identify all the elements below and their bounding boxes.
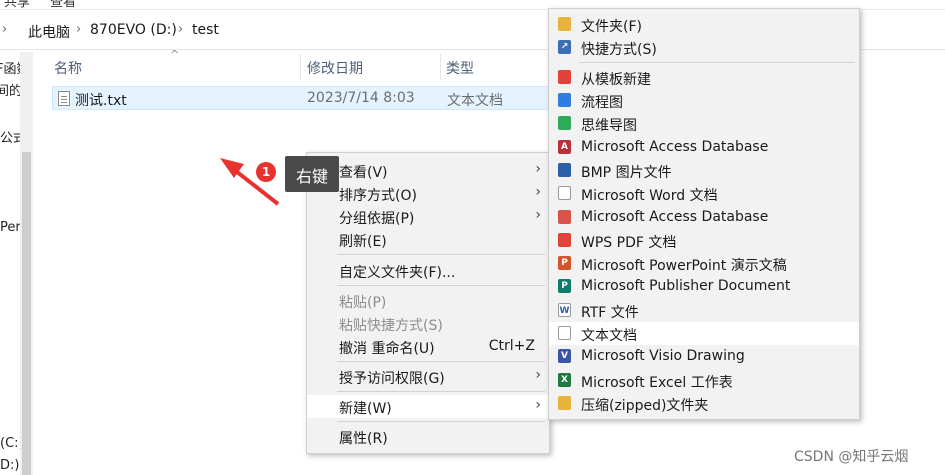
menu-item-group[interactable]: 分组依据(P) › [307, 205, 549, 228]
text-file-icon [558, 326, 571, 340]
new-folder[interactable]: 文件夹(F) [549, 13, 859, 36]
menu-item-sort[interactable]: 排序方式(O) › [307, 182, 549, 205]
zip-folder-icon [558, 396, 571, 410]
menu-item-refresh[interactable]: 刷新(E) [307, 228, 549, 251]
menu-item-customize-folder[interactable]: 自定义文件夹(F)... [307, 259, 549, 282]
right-click-label: 右键 [285, 156, 339, 192]
new-access-db[interactable]: A Microsoft Access Database [549, 136, 859, 159]
chevron-right-icon: › [535, 207, 541, 223]
new-submenu: 文件夹(F) ↗ 快捷方式(S) 从模板新建 流程图 思维导图 A Microsof… [548, 8, 860, 420]
new-wps-pdf[interactable]: WPS PDF 文档 [549, 229, 859, 252]
menu-item-undo-rename[interactable]: 撤消 重命名(U) Ctrl+Z [307, 335, 549, 358]
word-icon [558, 186, 571, 200]
new-visio[interactable]: V Microsoft Visio Drawing [549, 345, 859, 368]
new-zip-folder[interactable]: 压缩(zipped)文件夹 [549, 392, 859, 415]
menu-separator [337, 361, 545, 362]
new-bmp[interactable]: BMP 图片文件 [549, 159, 859, 182]
watermark: CSDN @知乎云烟 [794, 449, 909, 465]
menu-item-paste-shortcut[interactable]: 粘贴快捷方式(S) [307, 312, 549, 335]
menu-separator [337, 285, 545, 286]
new-from-template[interactable]: 从模板新建 [549, 66, 859, 89]
excel-icon: X [558, 373, 571, 387]
access-icon [558, 210, 571, 224]
publisher-icon: P [558, 279, 571, 293]
context-menu: 查看(V) › 排序方式(O) › 分组依据(P) › 刷新(E) 自定义文件夹(F)… [306, 152, 550, 454]
shortcut-text: Ctrl+Z [488, 338, 535, 354]
chevron-right-icon: › [535, 367, 541, 383]
access-icon: A [558, 140, 571, 154]
menu-separator [337, 254, 545, 255]
step-badge-1: 1 [256, 162, 276, 182]
bmp-icon [558, 163, 571, 177]
menu-item-view[interactable]: 查看(V) › [307, 159, 549, 182]
menu-separator [579, 62, 855, 63]
shortcut-icon: ↗ [558, 40, 571, 54]
rtf-icon: W [558, 303, 571, 317]
chevron-right-icon: › [535, 161, 541, 177]
template-icon [558, 70, 571, 84]
new-mindmap[interactable]: 思维导图 [549, 112, 859, 135]
flowchart-icon [558, 93, 571, 107]
folder-icon [558, 17, 571, 31]
new-text-document[interactable]: 文本文档 [549, 322, 859, 345]
menu-item-paste[interactable]: 粘贴(P) [307, 289, 549, 312]
new-publisher[interactable]: P Microsoft Publisher Document [549, 275, 859, 298]
new-rtf[interactable]: W RTF 文件 [549, 299, 859, 322]
menu-item-new[interactable]: 新建(W) › [307, 395, 549, 418]
pdf-icon [558, 233, 571, 247]
new-access-db-2[interactable]: Microsoft Access Database [549, 206, 859, 229]
menu-item-properties[interactable]: 属性(R) [307, 425, 549, 448]
menu-separator [337, 421, 545, 422]
chevron-right-icon: › [535, 397, 541, 413]
visio-icon: V [558, 349, 571, 363]
new-word-doc[interactable]: Microsoft Word 文档 [549, 182, 859, 205]
new-shortcut[interactable]: ↗ 快捷方式(S) [549, 36, 859, 59]
mindmap-icon [558, 116, 571, 130]
powerpoint-icon: P [558, 256, 571, 270]
menu-separator [337, 391, 545, 392]
new-excel[interactable]: X Microsoft Excel 工作表 [549, 369, 859, 392]
new-flowchart[interactable]: 流程图 [549, 89, 859, 112]
menu-item-grant-access[interactable]: 授予访问权限(G) › [307, 365, 549, 388]
new-powerpoint[interactable]: P Microsoft PowerPoint 演示文稿 [549, 252, 859, 275]
chevron-right-icon: › [535, 184, 541, 200]
